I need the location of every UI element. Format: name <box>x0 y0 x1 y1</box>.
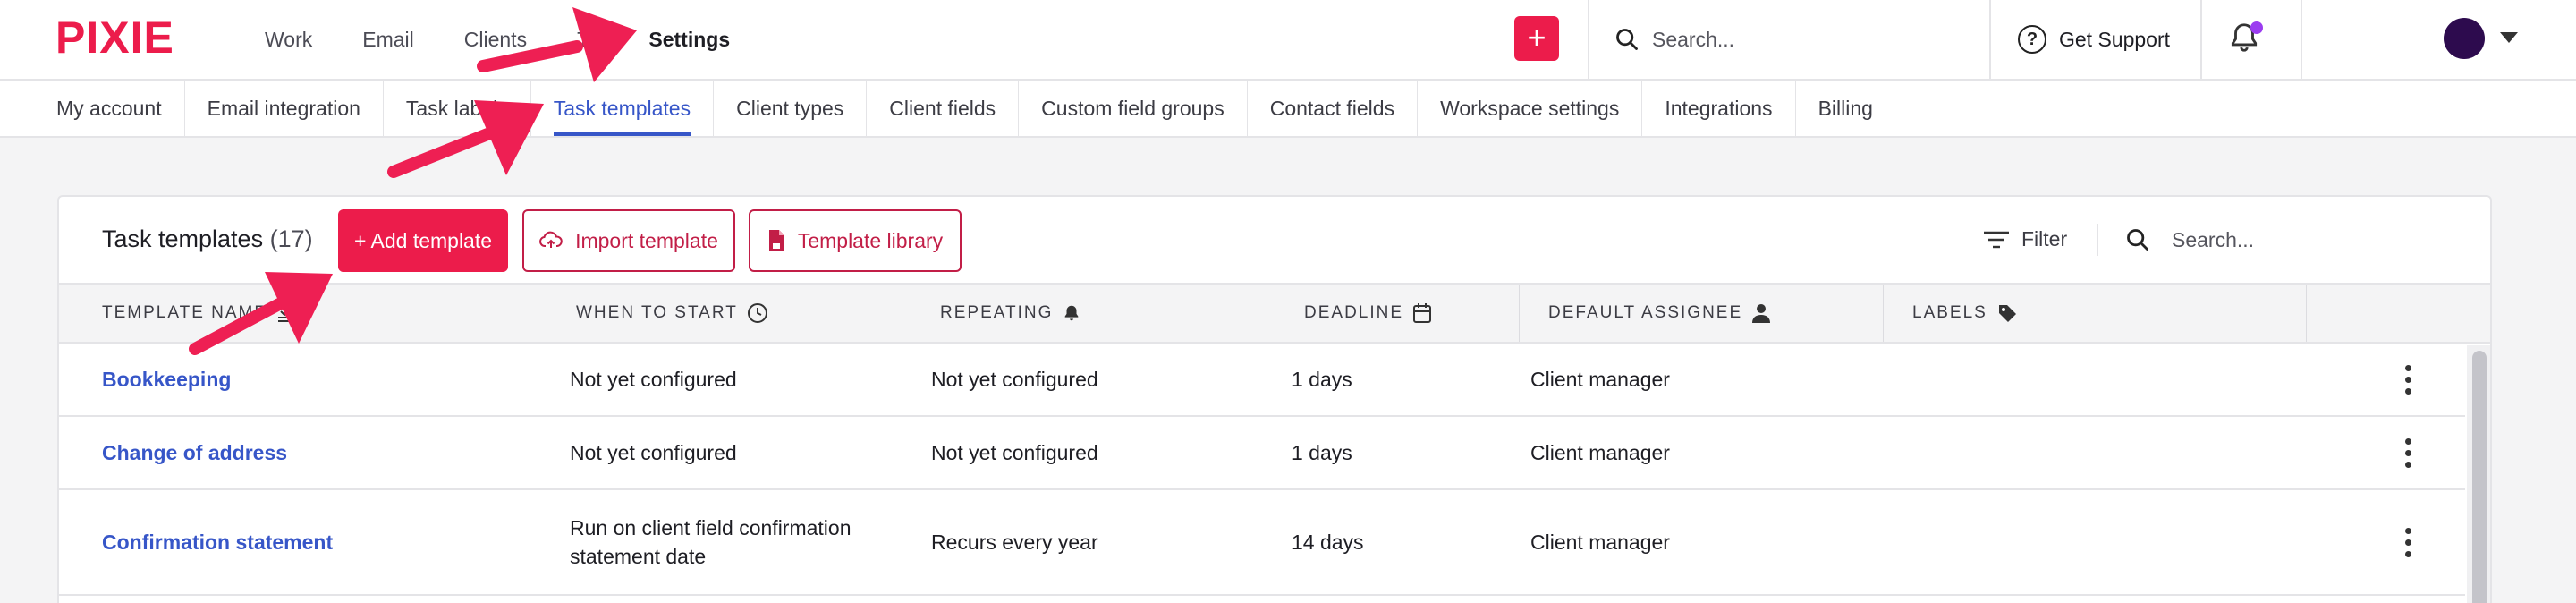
panel-header: Task templates (17) + Add template Impor… <box>59 197 2490 283</box>
tab-integrations[interactable]: Integrations <box>1642 81 1796 136</box>
tab-client-types[interactable]: Client types <box>714 81 868 136</box>
when-to-start-cell: Run on client field confirmation stateme… <box>570 516 852 568</box>
row-menu-button[interactable] <box>2390 344 2426 415</box>
clock-icon <box>747 303 767 323</box>
template-library-button[interactable]: Template library <box>749 209 962 272</box>
divider <box>2097 224 2098 256</box>
template-name-link[interactable]: Confirmation statement <box>102 490 333 594</box>
deadline-cell: 1 days <box>1292 368 1352 391</box>
when-to-start-cell: Not yet configured <box>570 441 737 464</box>
bell-icon <box>1065 305 1079 321</box>
tag-icon <box>1998 305 2016 322</box>
sort-icon <box>278 306 292 322</box>
tab-workspace-settings[interactable]: Workspace settings <box>1418 81 1643 136</box>
global-search <box>1614 20 1992 59</box>
page-title-text: Task templates <box>102 225 264 252</box>
deadline-cell: 14 days <box>1292 531 1364 554</box>
notifications-button[interactable] <box>2227 20 2263 59</box>
assignee-cell: Client manager <box>1530 531 1670 554</box>
template-search-input[interactable] <box>2172 227 2440 252</box>
column-header-template-name[interactable]: TEMPLATE NAME <box>59 285 547 342</box>
import-template-label: Import template <box>575 228 718 252</box>
repeating-cell: Not yet configured <box>931 441 1098 464</box>
nav-item-settings[interactable]: Settings <box>648 28 730 52</box>
column-label: REPEATING <box>940 303 1054 322</box>
tab-email-integration[interactable]: Email integration <box>185 81 384 136</box>
assignee-cell: Client manager <box>1530 368 1670 391</box>
user-avatar[interactable] <box>2444 18 2485 59</box>
top-bar: PIXIE Work Email Clients Te Settings + ?… <box>0 0 2576 81</box>
column-label: TEMPLATE NAME <box>102 303 268 322</box>
template-count: (17) <box>269 225 313 252</box>
tab-custom-field-groups[interactable]: Custom field groups <box>1019 81 1248 136</box>
column-label: LABELS <box>1912 303 1987 322</box>
settings-tabs: My account Email integration Task labels… <box>0 81 2576 138</box>
pixie-logo[interactable]: PIXIE <box>55 15 174 60</box>
tab-task-templates[interactable]: Task templates <box>531 81 715 136</box>
table-header: TEMPLATE NAME WHEN TO START REPEATING DE… <box>59 283 2490 344</box>
repeating-cell: Not yet configured <box>931 368 1098 391</box>
get-support-button[interactable]: ? Get Support <box>2018 20 2170 59</box>
calendar-icon <box>1413 303 1432 323</box>
tab-task-labels[interactable]: Task labels <box>384 81 531 136</box>
notification-dot <box>2250 21 2263 34</box>
nav-item-work[interactable]: Work <box>265 28 312 52</box>
template-name-link[interactable]: Change of address <box>102 417 287 488</box>
table-row[interactable]: Confirmation statement Run on client fie… <box>59 490 2465 596</box>
tab-client-fields[interactable]: Client fields <box>867 81 1020 136</box>
tab-contact-fields[interactable]: Contact fields <box>1248 81 1419 136</box>
deadline-cell: 1 days <box>1292 441 1352 464</box>
assignee-cell: Client manager <box>1530 441 1670 464</box>
filter-button[interactable]: Filter <box>1982 227 2067 251</box>
table-row[interactable]: Change of address Not yet configured Not… <box>59 417 2465 490</box>
template-name-link[interactable]: Bookkeeping <box>102 344 231 415</box>
search-icon <box>1616 29 1638 50</box>
table-row[interactable]: Bookkeeping Not yet configured Not yet c… <box>59 344 2465 417</box>
search-icon <box>2127 229 2148 251</box>
add-template-button[interactable]: + Add template <box>338 209 508 272</box>
nav-item-email[interactable]: Email <box>362 28 414 52</box>
chevron-down-icon[interactable] <box>2500 32 2518 43</box>
tab-billing[interactable]: Billing <box>1796 81 1895 136</box>
person-icon <box>1752 304 1771 323</box>
scrollbar-thumb[interactable] <box>2472 351 2487 603</box>
nav-item-clients[interactable]: Clients <box>464 28 527 52</box>
import-template-button[interactable]: Import template <box>522 209 735 272</box>
repeating-cell: Recurs every year <box>931 531 1098 554</box>
divider <box>2200 0 2202 79</box>
column-header-repeating[interactable]: REPEATING <box>911 285 1275 342</box>
column-label: DEFAULT ASSIGNEE <box>1548 303 1743 322</box>
nav-item-te[interactable]: Te <box>577 28 598 52</box>
when-to-start-cell: Not yet configured <box>570 368 737 391</box>
quick-add-button[interactable]: + <box>1514 16 1559 61</box>
column-label: DEADLINE <box>1304 303 1404 322</box>
cloud-upload-icon <box>539 231 563 248</box>
plus-icon: + <box>1527 19 1546 55</box>
column-label: WHEN TO START <box>576 303 738 322</box>
column-header-deadline[interactable]: DEADLINE <box>1275 285 1520 342</box>
get-support-label: Get Support <box>2059 27 2171 51</box>
filter-label: Filter <box>2021 227 2068 251</box>
row-menu-button[interactable] <box>2390 417 2426 488</box>
template-library-label: Template library <box>797 228 944 252</box>
column-header-labels[interactable]: LABELS <box>1884 285 2307 342</box>
tab-my-account[interactable]: My account <box>34 81 185 136</box>
global-search-input[interactable] <box>1652 27 1992 52</box>
divider <box>1989 0 1991 79</box>
task-templates-panel: Task templates (17) + Add template Impor… <box>57 195 2492 603</box>
template-search <box>2125 220 2440 259</box>
help-icon: ? <box>2018 25 2046 54</box>
document-icon <box>768 230 784 251</box>
column-header-when-to-start[interactable]: WHEN TO START <box>547 285 911 342</box>
row-menu-button[interactable] <box>2390 490 2426 594</box>
divider <box>2301 0 2302 79</box>
column-header-default-assignee[interactable]: DEFAULT ASSIGNEE <box>1520 285 1884 342</box>
main-nav: Work Email Clients Te Settings <box>265 0 780 79</box>
divider <box>1588 0 1589 79</box>
filter-icon <box>1984 231 2009 248</box>
page-title: Task templates (17) <box>102 225 313 253</box>
